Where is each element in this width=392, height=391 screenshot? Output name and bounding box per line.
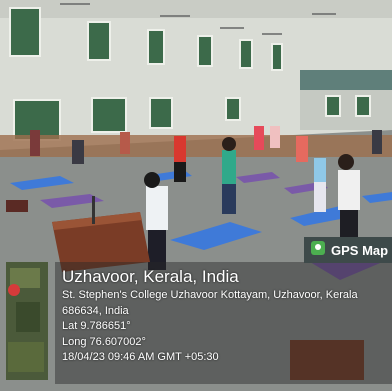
map-thumbnail [6,262,48,380]
map-pin-icon [310,240,326,261]
datetime-line: 18/04/23 09:46 AM GMT +05:30 [62,351,219,363]
location-info: Uzhavoor, Kerala, India St. Stephen's Co… [62,262,392,366]
postal-line: 686634, India [62,304,129,317]
longitude-line: Long 76.607002° [62,335,146,348]
gps-map-badge: GPS Map [304,237,392,263]
city-title: Uzhavoor, Kerala, India [62,267,239,286]
address-line: St. Stephen's College Uzhavoor Kottayam,… [62,289,358,301]
latitude-line: Lat 9.786651° [62,320,131,332]
badge-label: GPS Map [331,242,389,258]
